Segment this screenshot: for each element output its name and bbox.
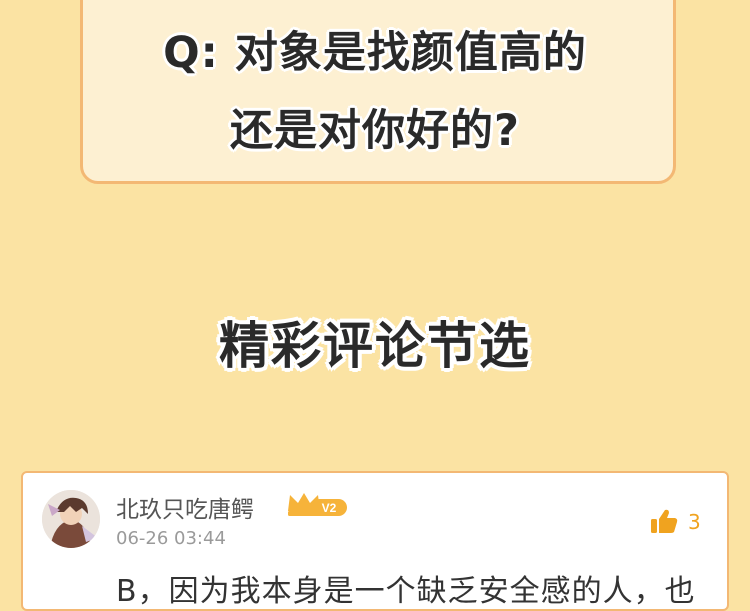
crown-icon: V2 — [288, 493, 347, 516]
avatar[interactable] — [42, 490, 100, 548]
like-count: 3 — [688, 510, 701, 534]
vip-level-label: V2 — [322, 501, 337, 515]
section-title: 精彩评论节选 — [219, 317, 531, 375]
question-line-1: Q: 对象是找颜值高的 — [163, 28, 587, 78]
comment-timestamp: 06-26 03:44 — [116, 528, 226, 549]
thumbs-up-icon[interactable] — [650, 508, 678, 534]
comment-username[interactable]: 北玖只吃唐鳄 — [116, 490, 254, 524]
question-line-2: 还是对你好的? — [230, 106, 520, 156]
comment-text: B，因为我本身是一个缺乏安全感的人，也 — [116, 574, 696, 609]
avatar-image — [42, 490, 100, 548]
